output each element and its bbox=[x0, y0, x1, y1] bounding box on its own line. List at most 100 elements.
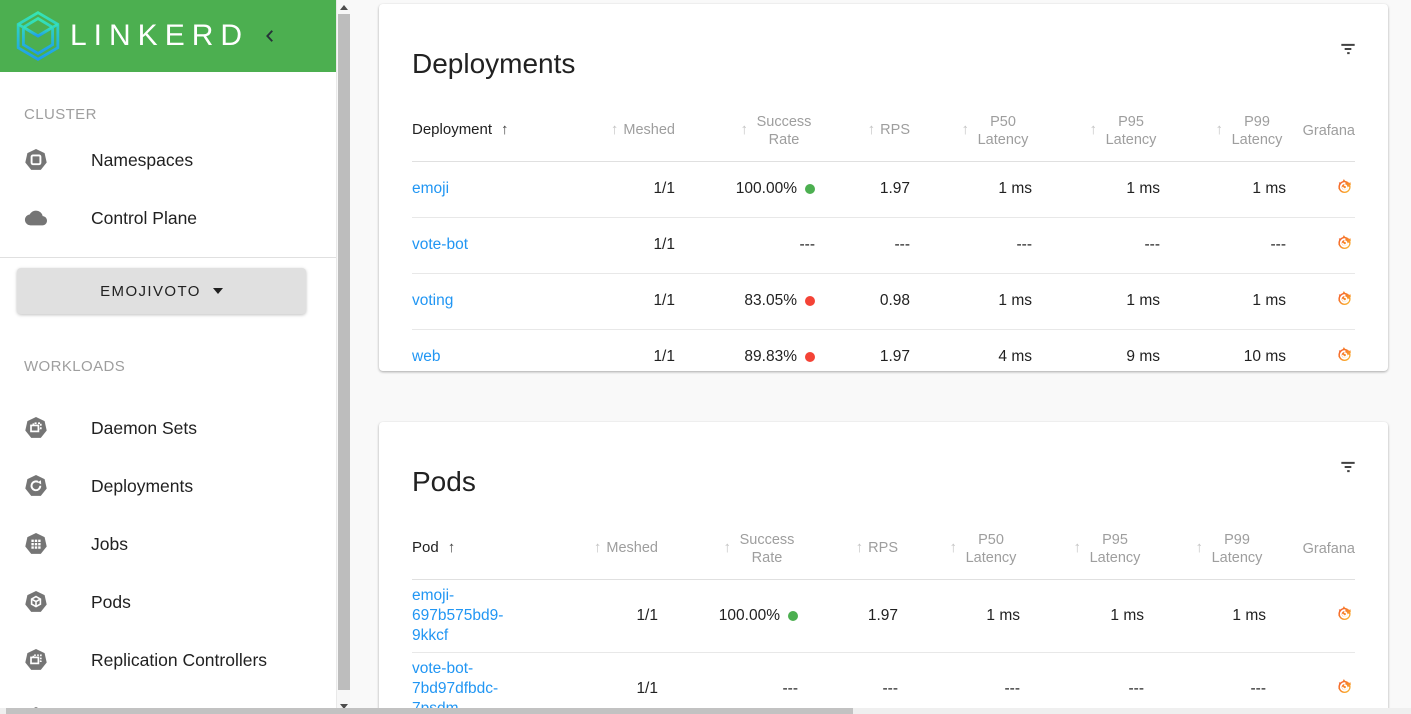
rps-cell: --- bbox=[815, 217, 910, 274]
sort-arrow-icon: ↑ bbox=[447, 539, 456, 557]
pods-table: Pod ↑ ↑ Meshed ↑ Success Rate ↑ RPS ↑ P50 Lat… bbox=[412, 531, 1355, 714]
column-header-rps[interactable]: ↑ RPS bbox=[798, 531, 898, 580]
jobs-icon bbox=[25, 533, 47, 554]
sidebar-header: LINKERD bbox=[0, 0, 336, 72]
column-header-deployment[interactable]: Deployment ↑ bbox=[412, 113, 582, 162]
sidebar-item-deployments[interactable]: Deployments bbox=[0, 457, 336, 515]
horizontal-scrollbar-thumb[interactable] bbox=[6, 708, 853, 714]
table-row: emoji 1/1 100.00% 1.97 1 ms 1 ms 1 ms bbox=[412, 161, 1355, 218]
namespace-selector-button[interactable]: EMOJIVOTO bbox=[17, 268, 306, 314]
grafana-icon[interactable] bbox=[1336, 234, 1353, 251]
p99-cell: 10 ms bbox=[1243, 348, 1286, 366]
deployments-table: Deployment ↑ ↑ Meshed ↑ Success Rate ↑ RPS ↑… bbox=[412, 113, 1355, 372]
p95-cell: 1 ms bbox=[1020, 579, 1144, 653]
sidebar-item-label: Replication Controllers bbox=[91, 649, 268, 670]
sidebar-item-label: Pods bbox=[91, 591, 131, 612]
pods-card: Pods Pod ↑ ↑ Meshed ↑ Success Rate ↑ RPS ↑ P5… bbox=[379, 422, 1388, 714]
deployment-link[interactable]: voting bbox=[412, 291, 453, 311]
grafana-icon[interactable] bbox=[1336, 178, 1353, 195]
column-header-p95-latency[interactable]: ↑ P95 Latency bbox=[1020, 531, 1144, 580]
daemon-sets-icon bbox=[25, 417, 47, 438]
p99-cell: 1 ms bbox=[1160, 161, 1286, 218]
main-content: Deployments Deployment ↑ ↑ Meshed ↑ Success… bbox=[350, 0, 1411, 714]
column-header-pod[interactable]: Pod ↑ bbox=[412, 531, 530, 580]
p95-cell: --- bbox=[1128, 679, 1145, 697]
grafana-icon[interactable] bbox=[1336, 346, 1353, 363]
column-header-p50-latency[interactable]: ↑ P50 Latency bbox=[898, 531, 1020, 580]
horizontal-scrollbar bbox=[0, 708, 1411, 714]
column-header-success-rate[interactable]: ↑ Success Rate bbox=[658, 531, 798, 580]
sort-arrow-icon: ↑ bbox=[1215, 121, 1224, 139]
sidebar-item-namespaces[interactable]: Namespaces bbox=[0, 131, 336, 189]
pod-link[interactable]: vote-bot-7bd97dfbdc-7psdm bbox=[412, 659, 530, 714]
replication-controllers-icon bbox=[25, 649, 47, 670]
scroll-up-arrow-icon[interactable] bbox=[340, 5, 348, 10]
p50-cell: --- bbox=[910, 217, 1032, 274]
rps-cell: --- bbox=[882, 679, 899, 697]
sort-arrow-icon: ↑ bbox=[723, 539, 732, 557]
linkerd-logo-icon bbox=[16, 11, 60, 61]
p95-cell: 1 ms bbox=[1032, 161, 1160, 218]
success-rate-dot bbox=[788, 610, 798, 621]
p95-cell: 9 ms bbox=[1126, 348, 1160, 366]
p50-cell: 1 ms bbox=[910, 161, 1032, 218]
sidebar-item-label: Jobs bbox=[91, 533, 128, 554]
table-row: voting 1/1 83.05% 0.98 1 ms 1 ms 1 ms bbox=[412, 273, 1355, 330]
column-header-rps[interactable]: ↑ RPS bbox=[815, 113, 910, 162]
success-rate-cell: 83.05% bbox=[675, 273, 815, 330]
meshed-cell: 1/1 bbox=[582, 161, 675, 218]
rps-cell: 1.97 bbox=[879, 348, 910, 366]
sidebar-divider bbox=[0, 257, 336, 258]
grafana-icon[interactable] bbox=[1336, 290, 1353, 307]
grafana-icon[interactable] bbox=[1336, 605, 1353, 622]
pod-link[interactable]: emoji-697b575bd9-9kkcf bbox=[412, 586, 530, 646]
deployment-link[interactable]: vote-bot bbox=[412, 235, 468, 255]
deployments-card-title: Deployments bbox=[412, 47, 576, 79]
cluster-section-caption: CLUSTER bbox=[24, 106, 97, 123]
sidebar-item-label: Daemon Sets bbox=[91, 417, 198, 438]
sidebar-item-control-plane[interactable]: Control Plane bbox=[0, 189, 336, 247]
column-header-success-rate[interactable]: ↑ Success Rate bbox=[675, 113, 815, 162]
table-row: vote-bot-7bd97dfbdc-7psdm 1/1 --- --- --… bbox=[412, 652, 1355, 714]
sidebar-collapse-button[interactable] bbox=[259, 25, 281, 47]
sort-arrow-icon: ↑ bbox=[867, 121, 876, 139]
column-header-p95-latency[interactable]: ↑ P95 Latency bbox=[1032, 113, 1160, 162]
column-header-grafana: Grafana bbox=[1302, 122, 1355, 139]
sidebar-item-replication-controllers[interactable]: Replication Controllers bbox=[0, 631, 336, 689]
meshed-cell: 1/1 bbox=[653, 348, 675, 366]
p99-cell: 1 ms bbox=[1160, 273, 1286, 330]
p50-cell: 4 ms bbox=[998, 348, 1032, 366]
success-rate-dot bbox=[805, 352, 815, 363]
column-header-p99-latency[interactable]: ↑ P99 Latency bbox=[1144, 531, 1266, 580]
chevron-left-icon bbox=[266, 30, 274, 42]
cloud-icon bbox=[24, 210, 47, 226]
sidebar-scrollbar-thumb[interactable] bbox=[338, 14, 350, 690]
sidebar-item-pods[interactable]: Pods bbox=[0, 573, 336, 631]
deployment-link[interactable]: emoji bbox=[412, 179, 449, 199]
rps-cell: 1.97 bbox=[815, 161, 910, 218]
success-rate-cell: --- bbox=[782, 679, 799, 697]
namespaces-icon bbox=[25, 149, 47, 170]
sort-arrow-icon: ↑ bbox=[501, 121, 509, 139]
column-header-meshed[interactable]: ↑ Meshed bbox=[582, 113, 675, 162]
deployments-card: Deployments Deployment ↑ ↑ Meshed ↑ Success… bbox=[379, 4, 1388, 371]
column-header-p99-latency[interactable]: ↑ P99 Latency bbox=[1160, 113, 1286, 162]
column-header-grafana: Grafana bbox=[1302, 540, 1355, 557]
deployment-link[interactable]: web bbox=[412, 347, 440, 367]
column-header-meshed[interactable]: ↑ Meshed bbox=[530, 531, 658, 580]
sort-arrow-icon: ↑ bbox=[740, 121, 749, 139]
p95-cell: --- bbox=[1032, 217, 1160, 274]
sidebar-item-jobs[interactable]: Jobs bbox=[0, 515, 336, 573]
filter-button[interactable] bbox=[1334, 35, 1362, 63]
sidebar-item-label: Deployments bbox=[91, 475, 194, 496]
sort-arrow-icon: ↑ bbox=[855, 539, 864, 557]
pods-card-title: Pods bbox=[412, 465, 476, 497]
meshed-cell: 1/1 bbox=[582, 273, 675, 330]
rps-cell: 1.97 bbox=[798, 579, 898, 653]
grafana-icon[interactable] bbox=[1336, 678, 1353, 695]
filter-button[interactable] bbox=[1334, 453, 1362, 481]
table-row: vote-bot 1/1 --- --- --- --- --- bbox=[412, 217, 1355, 274]
table-row: emoji-697b575bd9-9kkcf 1/1 100.00% 1.97 … bbox=[412, 579, 1355, 653]
sidebar-item-daemon-sets[interactable]: Daemon Sets bbox=[0, 399, 336, 457]
column-header-p50-latency[interactable]: ↑ P50 Latency bbox=[910, 113, 1032, 162]
